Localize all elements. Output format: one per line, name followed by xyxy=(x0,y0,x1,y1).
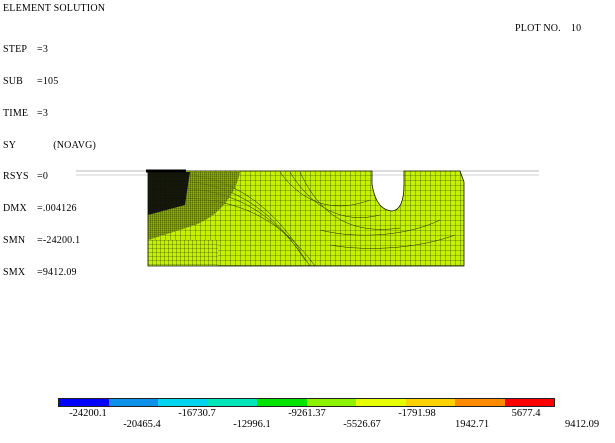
contour-legend-bar xyxy=(58,398,555,407)
legend-band-3 xyxy=(158,399,208,406)
legend-tick-label: -9261.37 xyxy=(288,408,326,419)
legend-tick-label: -5526.67 xyxy=(343,419,381,430)
legend-band-4 xyxy=(207,399,257,406)
legend-tick-label: -12996.1 xyxy=(233,419,271,430)
legend-tick-label: 5677.4 xyxy=(511,408,541,419)
legend-band-5 xyxy=(257,399,307,406)
legend-tick-label: -16730.7 xyxy=(178,408,216,419)
legend-band-1 xyxy=(59,399,109,406)
legend-band-6 xyxy=(306,399,356,406)
fe-model-viewport[interactable] xyxy=(0,0,615,443)
legend-tick-label: -1791.98 xyxy=(398,408,436,419)
legend-tick-label: -20465.4 xyxy=(123,419,161,430)
legend-tick-label: -24200.1 xyxy=(69,408,107,419)
legend-tick-label: 1942.71 xyxy=(454,419,490,430)
mesh-body[interactable] xyxy=(148,171,464,266)
legend-band-2 xyxy=(108,399,158,406)
legend-band-7 xyxy=(356,399,406,406)
legend-band-9 xyxy=(455,399,505,406)
legend-band-10 xyxy=(504,399,554,406)
legend-band-8 xyxy=(405,399,455,406)
legend-tick-label: 9412.09 xyxy=(564,419,600,430)
